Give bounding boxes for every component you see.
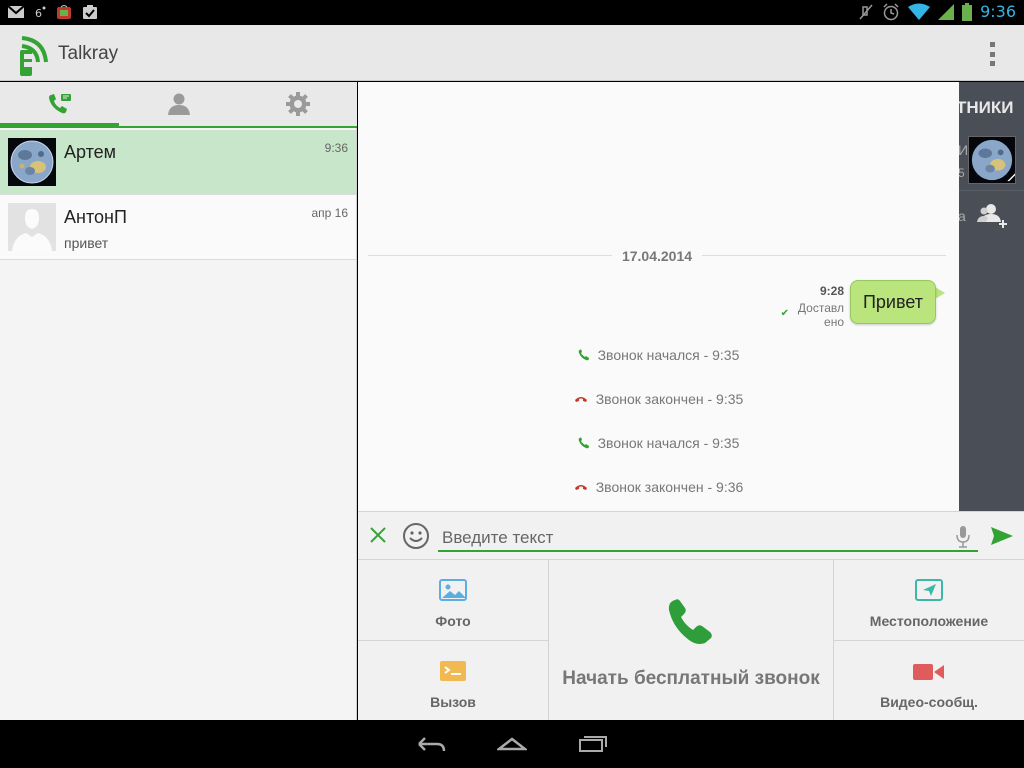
call-event-text: Звонок закончен - 9:35 [595,391,744,407]
call-ended-icon [574,485,587,490]
tab-settings[interactable] [238,82,357,126]
location-label: Местоположение [869,613,989,629]
call-label: Вызов [430,694,476,710]
tab-bar [0,82,357,128]
add-participant-icon[interactable] [977,202,1009,230]
call-event: Звонок начался - 9:35 [358,345,959,365]
message-bubble[interactable]: Привет [849,280,936,324]
emoji-icon[interactable] [402,522,430,550]
call-ended-icon [574,397,587,402]
status-bar: 6 9:36 [0,0,1024,25]
moon-avatar-icon [8,138,56,186]
photo-label: Фото [435,613,471,629]
video-message-button[interactable]: Видео-сообщ. [834,641,1024,721]
compose-bar [358,511,1024,559]
drawer-divider [959,190,1024,191]
message-status-line: ено [824,315,844,329]
send-icon[interactable] [991,527,1013,545]
recent-apps-icon[interactable] [578,734,608,754]
signal-icon [938,3,955,20]
mute-icon [859,4,873,19]
drawer-text-fragment: 5 [959,166,965,180]
date-label: 17.04.2014 [611,248,703,264]
avatar [8,203,56,251]
call-started-icon [578,349,589,361]
app-bar: Talkray [0,25,1024,81]
chat-time: 9:36 [324,141,348,155]
call-event-text: Звонок начался - 9:35 [597,435,740,451]
location-button[interactable]: Местоположение [834,560,1024,640]
delivered-check-icon: ✔ [780,308,789,319]
default-avatar-icon [8,203,56,251]
voicemail-icon: 6 [35,6,46,19]
conversation-list-pane: Артем 9:36 АнтонП привет апр 16 [0,82,357,720]
settings-icon [285,92,310,116]
talkray-logo-icon [20,36,48,76]
gmail-icon [8,6,24,18]
overflow-menu-icon[interactable] [982,41,1002,67]
chat-preview: привет [64,235,109,251]
location-icon [915,579,943,601]
microphone-icon[interactable] [956,526,970,548]
message-input[interactable] [438,522,978,552]
drawer-text-fragment: И [959,142,969,158]
message-time: 9:28 [819,284,844,298]
tab-contacts[interactable] [119,82,238,126]
avatar [8,138,56,186]
photo-icon [439,579,467,601]
drawer-title: ТНИКИ [959,98,1014,117]
close-icon[interactable] [368,525,388,545]
chat-time: апр 16 [311,206,348,220]
drawer-text-fragment: а [959,208,966,224]
call-button[interactable]: Вызов [358,641,548,721]
chat-name: Артем [64,142,117,162]
call-invite-icon [440,661,466,681]
participants-drawer[interactable]: ТНИКИ И 5 а [959,82,1024,511]
message-status: Доставл ено [784,301,844,329]
call-event: Звонок закончен - 9:35 [358,389,959,409]
photo-button[interactable]: Фото [358,560,548,640]
video-camera-icon [913,664,944,680]
shop-icon [57,5,71,19]
calls-icon [48,94,71,114]
call-started-icon [578,437,589,449]
system-nav-bar [0,720,1024,768]
app-title: Talkray [58,43,119,64]
alarm-icon [883,2,899,20]
svg-text:6: 6 [35,7,42,19]
conversation-pane: 17.04.2014 9:28 Доставл ено ✔ Привет Зво… [358,82,959,511]
attachment-panel: Фото Вызов Начать бесплатный звонок Мест… [358,559,1024,721]
call-event-text: Звонок начался - 9:35 [597,347,740,363]
message-bubble-tail [935,287,945,299]
video-message-label: Видео-сообщ. [880,694,978,710]
date-separator: 17.04.2014 [368,248,946,264]
home-icon[interactable] [497,734,527,754]
tab-calls[interactable] [0,82,119,128]
chat-list: Артем 9:36 АнтонП привет апр 16 [0,130,356,260]
battery-icon [962,2,973,21]
chat-item-artem[interactable]: Артем 9:36 [0,130,356,195]
call-event-text: Звонок закончен - 9:36 [595,479,744,495]
message-status-line: Доставл [797,301,844,315]
phone-icon [668,599,712,644]
back-icon[interactable] [417,734,447,754]
task-icon [83,5,97,19]
moon-avatar-icon [969,137,1015,183]
wifi-icon [908,3,931,20]
start-free-call-label: Начать бесплатный звонок [562,668,820,689]
call-event: Звонок закончен - 9:36 [358,477,959,497]
call-event: Звонок начался - 9:35 [358,433,959,453]
chat-item-anton[interactable]: АнтонП привет апр 16 [0,195,356,260]
chat-name: АнтонП [64,207,127,227]
status-time: 9:36 [980,2,1016,21]
start-free-call-button[interactable]: Начать бесплатный звонок [549,560,833,721]
participant-avatar[interactable] [968,136,1016,184]
contacts-icon [167,93,190,115]
